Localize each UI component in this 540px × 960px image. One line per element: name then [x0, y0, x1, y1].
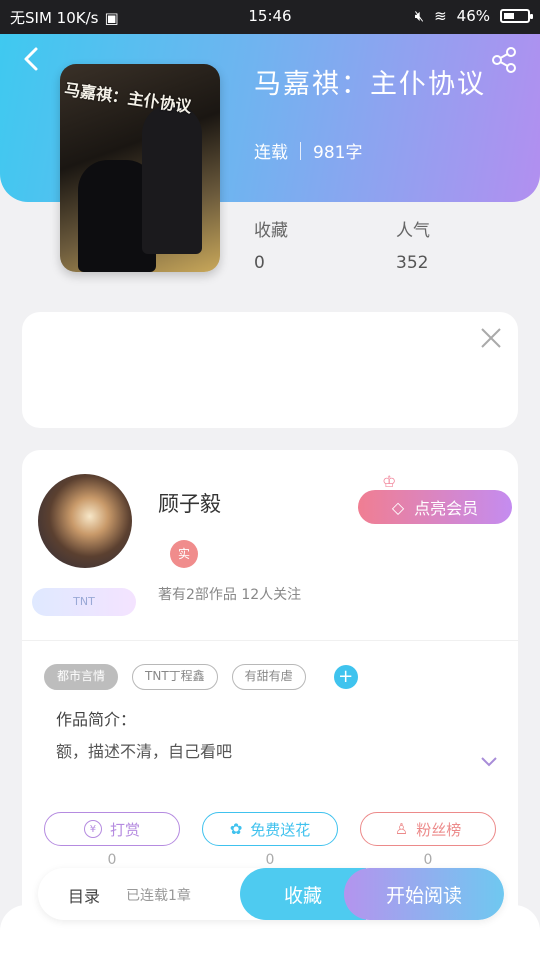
reward-count: 0: [107, 852, 117, 868]
avatar-tag: TNT: [32, 588, 136, 616]
add-tag-icon[interactable]: +: [333, 665, 358, 689]
tag-pill[interactable]: 都市言情: [44, 664, 119, 690]
close-icon[interactable]: [480, 322, 502, 357]
battery-percent: 46%: [456, 7, 490, 25]
send-flower-label: 免费送花: [250, 820, 311, 839]
tag-pill[interactable]: 有甜有虐: [231, 664, 306, 690]
start-reading-button[interactable]: 开始阅读: [344, 868, 504, 920]
author-name[interactable]: 顾子毅: [158, 488, 221, 518]
toc-link[interactable]: 目录: [68, 883, 100, 907]
wifi-icon: ≋: [434, 7, 447, 25]
vip-button[interactable]: ◇ 点亮会员: [358, 490, 512, 524]
intro-label: 作品简介：: [56, 710, 137, 729]
popularity-value: 352: [396, 253, 429, 273]
chapter-count: 已连载1章: [126, 888, 191, 904]
chevron-down-icon[interactable]: [480, 752, 498, 773]
word-count: 981字: [313, 143, 363, 163]
flower-icon: ✿: [229, 820, 243, 838]
fan-ranking-label: 粉丝榜: [416, 820, 462, 839]
cover-caption: 马嘉祺：主仆协议: [63, 79, 193, 117]
intro-text: 额，描述不清，自己看吧: [56, 742, 233, 761]
tag-pill[interactable]: TNT丁程鑫: [132, 664, 218, 690]
divider: [22, 640, 518, 641]
status-right: 🔇︎ ≋ 46%: [414, 7, 533, 25]
book-meta: 连载 981字: [254, 138, 362, 163]
favorites-label: 收藏: [254, 221, 288, 241]
book-title: 马嘉祺：主仆协议: [254, 69, 486, 100]
yen-coin-icon: ¥: [83, 820, 102, 838]
verified-badge: 实: [170, 540, 198, 568]
popularity-label: 人气: [396, 221, 430, 241]
book-status: 连载: [254, 143, 288, 163]
share-icon[interactable]: [490, 46, 518, 74]
cover-figure: [142, 104, 202, 254]
popularity-stat: 人气 352: [396, 216, 430, 273]
author-stats: 著有2部作品 12人关注: [158, 587, 302, 603]
user-icon: ♙: [394, 820, 409, 838]
send-flower-button[interactable]: ✿ 免费送花: [202, 812, 338, 846]
meta-divider: [300, 141, 301, 160]
crown-icon: ♔: [382, 472, 397, 491]
favorites-stat: 收藏 0: [254, 216, 288, 273]
author-avatar[interactable]: [38, 474, 132, 568]
ad-card: [22, 312, 518, 428]
diamond-icon: ◇: [391, 497, 405, 517]
favorites-value: 0: [254, 253, 265, 273]
status-bar: 无SIM 10K/s ▣ 15:46 🔇︎ ≋ 46%: [0, 0, 540, 34]
fan-count: 0: [423, 852, 433, 868]
vip-button-label: 点亮会员: [414, 499, 479, 518]
back-arrow-icon[interactable]: [18, 44, 44, 74]
book-cover[interactable]: 马嘉祺：主仆协议: [60, 64, 220, 272]
tag-list: 都市言情 TNT丁程鑫 有甜有虐 +: [44, 664, 358, 690]
mute-icon: 🔇︎: [414, 7, 425, 25]
reward-label: 打赏: [109, 820, 140, 839]
reward-button[interactable]: ¥ 打赏: [44, 812, 180, 846]
bottom-action-bar: 目录 已连载1章 收藏 开始阅读: [38, 868, 504, 920]
fan-ranking-button[interactable]: ♙ 粉丝榜: [360, 812, 496, 846]
flower-count: 0: [265, 852, 275, 868]
battery-icon: [500, 9, 533, 23]
